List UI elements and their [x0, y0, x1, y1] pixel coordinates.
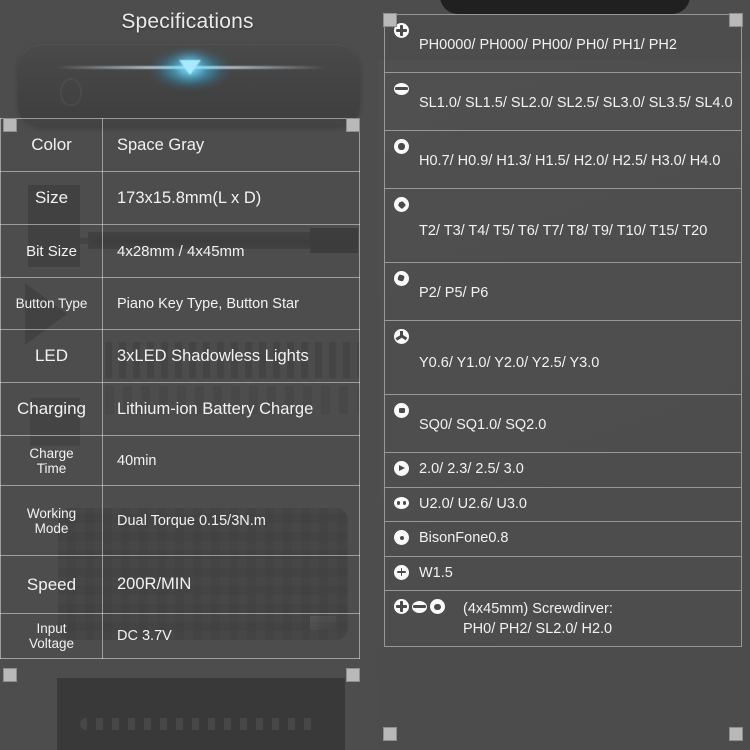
bit-row[interactable]: SQ0/ SQ1.0/ SQ2.0 — [385, 395, 741, 453]
selection-handle-bottom-left[interactable] — [3, 668, 17, 682]
table-row: Size173x15.8mm(L x D) — [1, 172, 360, 225]
bit-sizes-label: SL1.0/ SL1.5/ SL2.0/ SL2.5/ SL3.0/ SL3.5… — [409, 80, 733, 114]
bit-sizes-label: H0.7/ H0.9/ H1.3/ H1.5/ H2.0/ H2.5/ H3.0… — [409, 138, 733, 172]
spec-value-cell: Dual Torque 0.15/3N.m — [103, 486, 360, 556]
specifications-table: ColorSpace GraySize173x15.8mm(L x D)Bit … — [0, 118, 360, 659]
spec-value-cell: 40min — [103, 436, 360, 486]
pentalobe-icon — [394, 271, 409, 286]
case-logo-icon — [60, 78, 82, 106]
bit-icon-group — [394, 529, 409, 545]
selection-handle-top-right[interactable] — [346, 118, 360, 132]
bit-sizes-label: PH0000/ PH000/ PH00/ PH0/ PH1/ PH2 — [409, 22, 733, 56]
table-row: ColorSpace Gray — [1, 119, 360, 172]
triangle-icon — [394, 461, 409, 476]
bit-row[interactable]: H0.7/ H0.9/ H1.3/ H1.5/ H2.0/ H2.5/ H3.0… — [385, 131, 741, 189]
bit-row[interactable]: 2.0/ 2.3/ 2.5/ 3.0 — [385, 453, 741, 488]
selection-handle-top-left[interactable] — [3, 118, 17, 132]
bit-sizes-label: U2.0/ U2.6/ U3.0 — [409, 495, 733, 515]
spec-key-cell: Charge Time — [1, 436, 103, 486]
bit-row[interactable]: T2/ T3/ T4/ T5/ T6/ T7/ T8/ T9/ T10/ T15… — [385, 189, 741, 263]
spec-value-cell: 4x28mm / 4x45mm — [103, 225, 360, 278]
table-row: Bit Size4x28mm / 4x45mm — [1, 225, 360, 278]
spec-key-cell: Input Voltage — [1, 614, 103, 659]
table-row: Charge Time40min — [1, 436, 360, 486]
bit-icon-group — [394, 270, 409, 286]
led-glow-core — [150, 48, 230, 90]
bit-sizes-label: W1.5 — [409, 564, 733, 584]
product-case-photo — [18, 44, 360, 128]
spec-value-cell: DC 3.7V — [103, 614, 360, 659]
bit-sizes-label: 2.0/ 2.3/ 2.5/ 3.0 — [409, 460, 733, 480]
bit-icon-group — [394, 196, 409, 212]
bits-selection-handle-bottom-left[interactable] — [383, 727, 397, 741]
bit-sizes-label: Y0.6/ Y1.0/ Y2.0/ Y2.5/ Y3.0 — [409, 328, 733, 374]
u-type-icon — [394, 497, 409, 509]
table-row: ChargingLithium-ion Battery Charge — [1, 383, 360, 436]
square-icon — [394, 403, 409, 418]
bit-icon-group — [394, 460, 409, 476]
bit-row[interactable]: U2.0/ U2.6/ U3.0 — [385, 488, 741, 523]
selection-handle-bottom-right[interactable] — [346, 668, 360, 682]
spec-key-cell: Charging — [1, 383, 103, 436]
bit-icon-group — [394, 495, 409, 508]
bit-icon-group — [394, 402, 409, 418]
spec-value-cell: Piano Key Type, Button Star — [103, 278, 360, 330]
phillips-small-icon — [394, 565, 409, 580]
bit-sizes-label: P2/ P5/ P6 — [409, 270, 733, 304]
hex-icon — [430, 599, 445, 614]
bit-row[interactable]: W1.5 — [385, 557, 741, 592]
phillips-icon — [394, 599, 409, 614]
table-row: Working ModeDual Torque 0.15/3N.m — [1, 486, 360, 556]
bit-sizes-label: T2/ T3/ T4/ T5/ T6/ T7/ T8/ T9/ T10/ T15… — [409, 196, 733, 242]
spec-key-cell: Size — [1, 172, 103, 225]
tri-wing-icon — [394, 329, 409, 344]
spec-key-cell: Working Mode — [1, 486, 103, 556]
led-glow-triangle-icon — [179, 60, 201, 75]
table-row: LED3xLED Shadowless Lights — [1, 330, 360, 383]
bit-icon-group — [394, 80, 409, 93]
torx-icon — [394, 197, 409, 212]
spec-value-cell: 3xLED Shadowless Lights — [103, 330, 360, 383]
spec-value-cell: 200R/MIN — [103, 556, 360, 614]
bit-row[interactable]: P2/ P5/ P6 — [385, 263, 741, 321]
bit-row[interactable]: (4x45mm) Screwdirver: PH0/ PH2/ SL2.0/ H… — [385, 591, 741, 647]
screenshot-root: Specifications ColorSpace GraySize173x15… — [0, 0, 750, 750]
bit-row[interactable]: BisonFone0.8 — [385, 522, 741, 557]
bits-selection-handle-top-left[interactable] — [383, 13, 397, 27]
page-title: Specifications — [0, 10, 375, 34]
bit-icon-group — [394, 328, 409, 344]
bit-sizes-label: BisonFone0.8 — [409, 529, 733, 549]
spec-value-cell: 173x15.8mm(L x D) — [103, 172, 360, 225]
spec-key-cell: LED — [1, 330, 103, 383]
table-row: Speed200R/MIN — [1, 556, 360, 614]
bit-icon-group — [394, 564, 409, 580]
bits-list: PH0000/ PH000/ PH00/ PH0/ PH1/ PH2 SL1.0/… — [384, 14, 742, 647]
table-row: Input VoltageDC 3.7V — [1, 614, 360, 659]
bit-row[interactable]: SL1.0/ SL1.5/ SL2.0/ SL2.5/ SL3.0/ SL3.5… — [385, 73, 741, 131]
bit-sizes-label: (4x45mm) Screwdirver: PH0/ PH2/ SL2.0/ H… — [445, 598, 733, 639]
spec-key-cell: Bit Size — [1, 225, 103, 278]
bit-icon-group — [394, 138, 409, 154]
spec-key-cell: Speed — [1, 556, 103, 614]
table-row: Button TypePiano Key Type, Button Star — [1, 278, 360, 330]
bits-selection-handle-top-right[interactable] — [729, 13, 743, 27]
spec-key-cell: Button Type — [1, 278, 103, 330]
hex-icon — [394, 139, 409, 154]
dot-icon — [394, 530, 409, 545]
bit-icon-group — [394, 598, 445, 614]
bit-holder-slots — [80, 718, 320, 730]
slotted-icon — [412, 601, 427, 613]
bit-row[interactable]: Y0.6/ Y1.0/ Y2.0/ Y2.5/ Y3.0 — [385, 321, 741, 395]
slotted-icon — [394, 83, 409, 95]
spec-value-cell: Space Gray — [103, 119, 360, 172]
bit-row[interactable]: PH0000/ PH000/ PH00/ PH0/ PH1/ PH2 — [385, 15, 741, 73]
led-glow-streak — [55, 66, 325, 69]
bits-selection-handle-bottom-right[interactable] — [729, 727, 743, 741]
product-case-photo-top — [440, 0, 690, 14]
spec-value-cell: Lithium-ion Battery Charge — [103, 383, 360, 436]
bit-sizes-label: SQ0/ SQ1.0/ SQ2.0 — [409, 402, 733, 436]
bit-holder-photo — [57, 678, 345, 750]
